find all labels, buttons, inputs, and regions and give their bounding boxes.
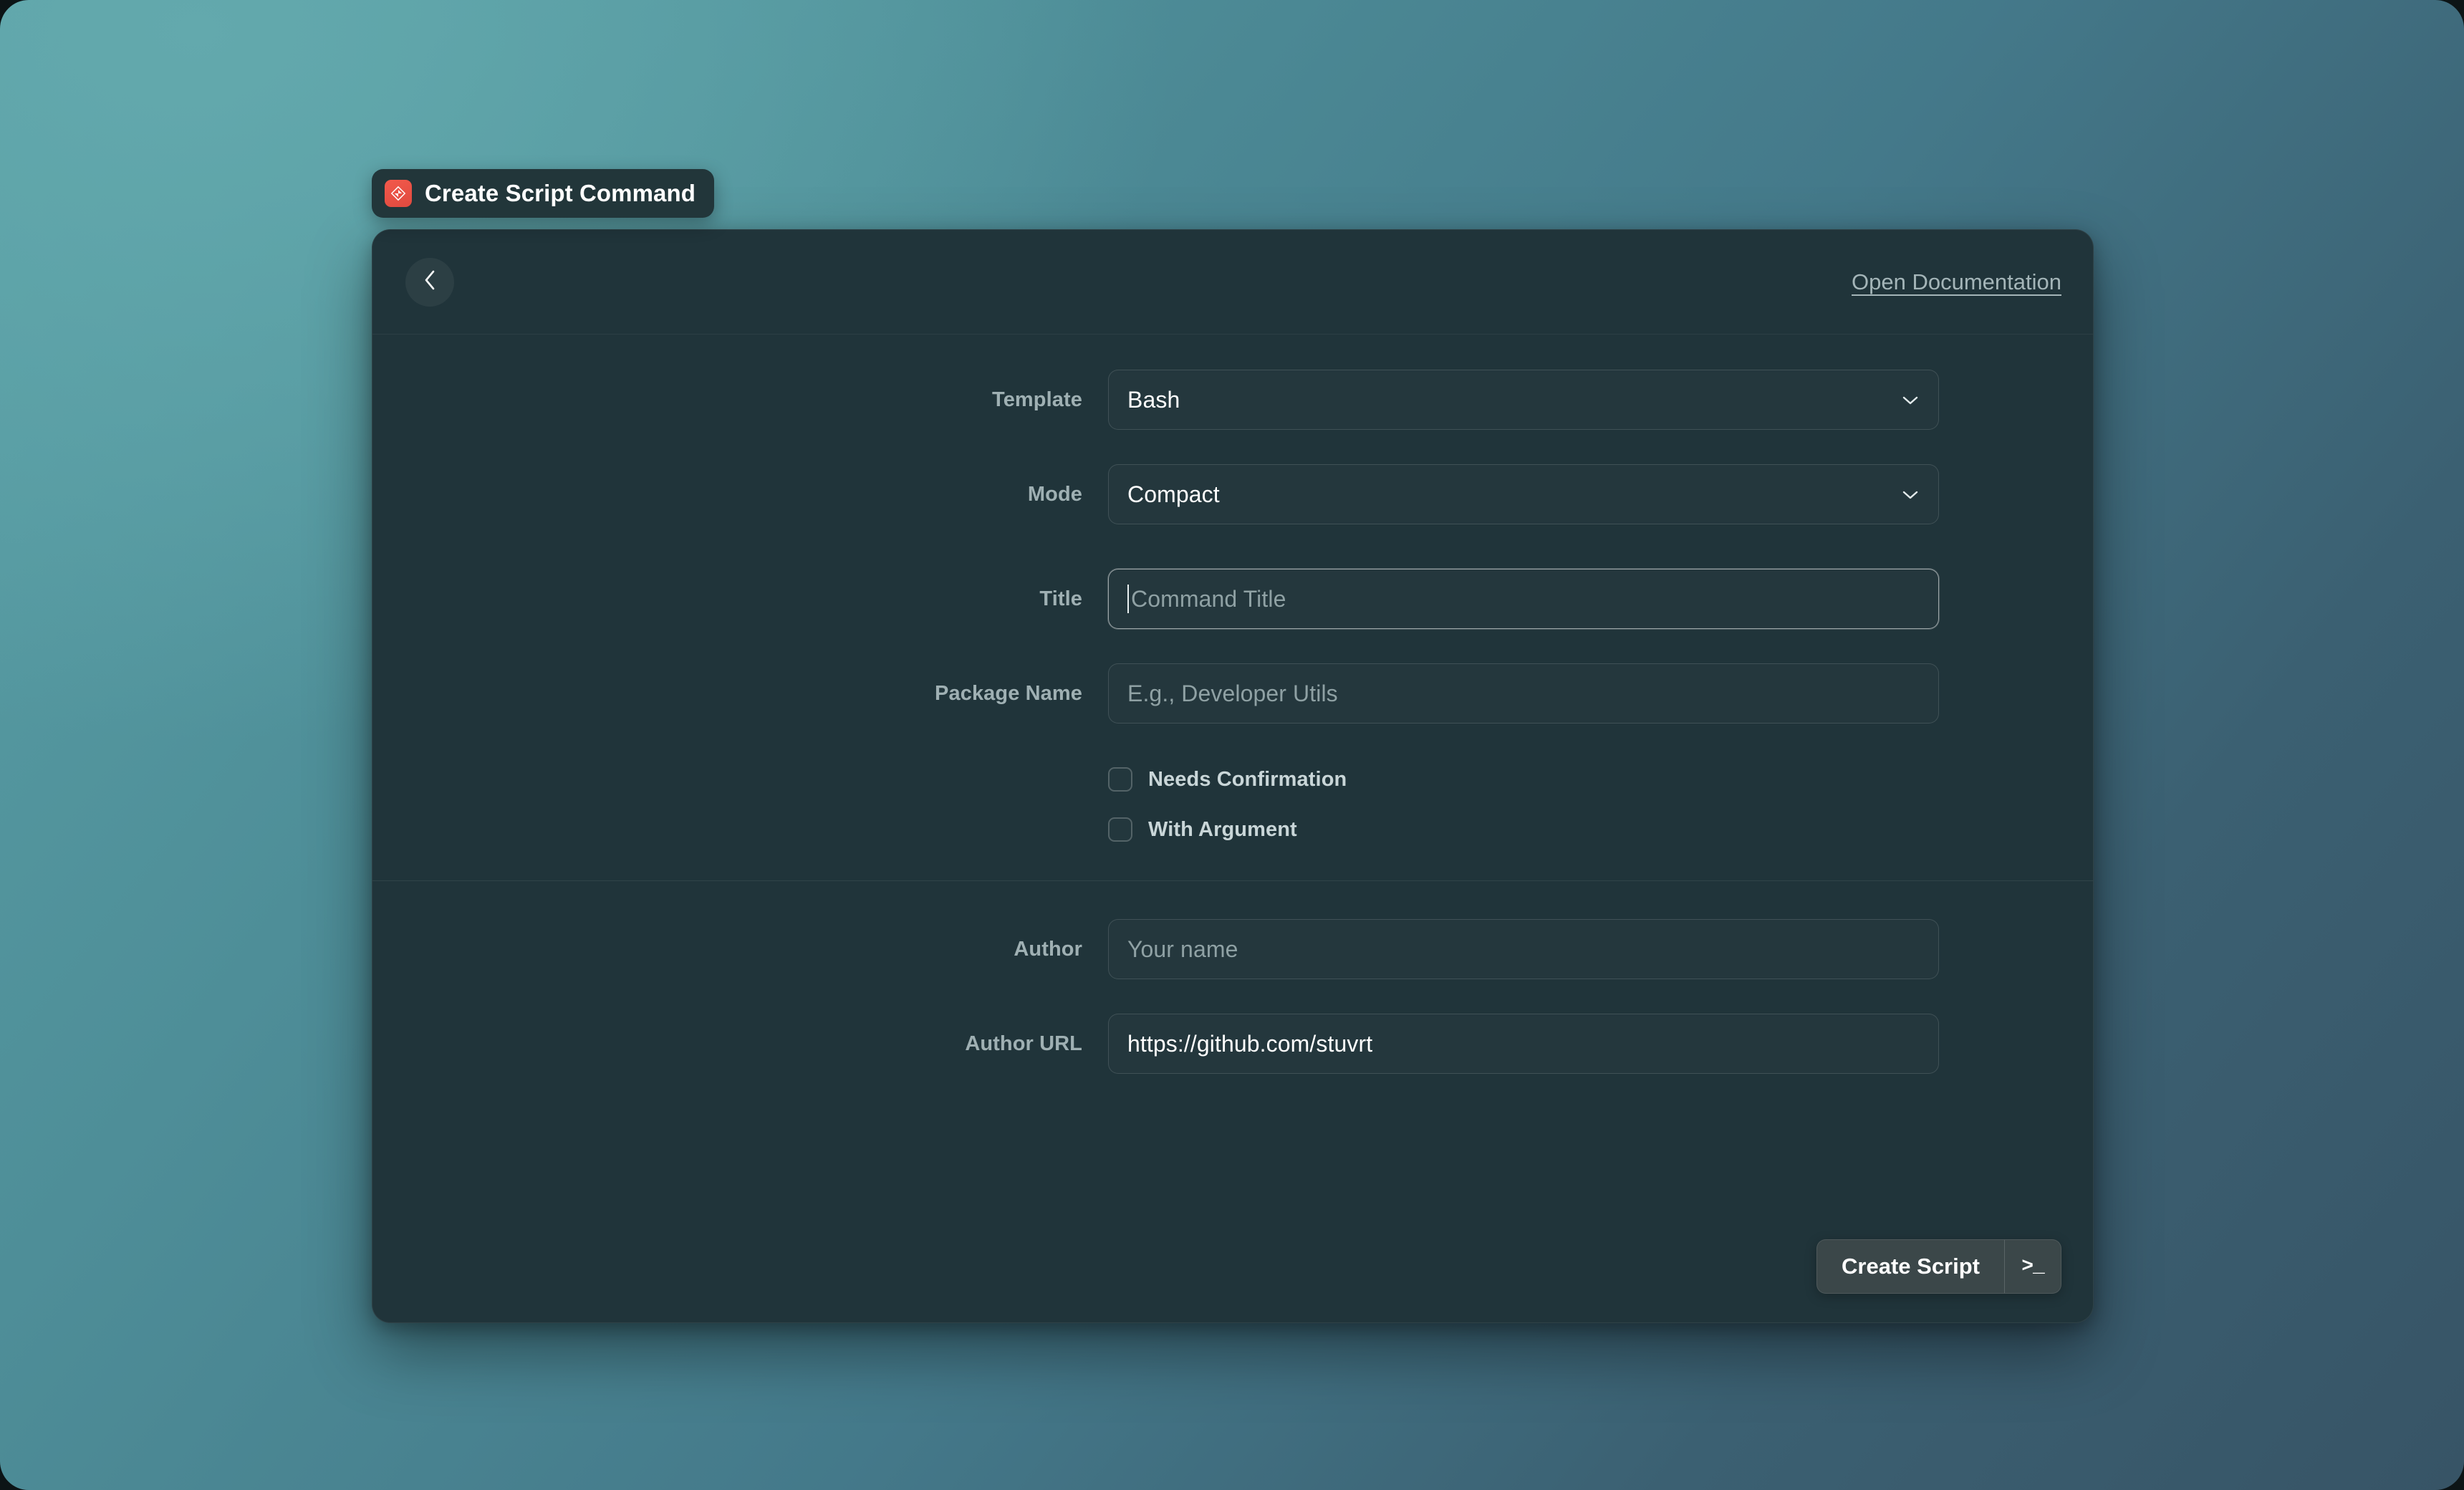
author-url-input[interactable]: https://github.com/stuvrt <box>1108 1014 1939 1074</box>
field-row-template: Template Bash <box>372 366 2093 433</box>
title-input[interactable]: Command Title <box>1108 569 1939 629</box>
field-row-with-argument: With Argument <box>372 804 2093 855</box>
field-row-mode: Mode Compact <box>372 461 2093 528</box>
title-placeholder: Command Title <box>1131 585 1286 612</box>
window-title-label: Create Script Command <box>425 180 696 206</box>
chevron-down-icon <box>1901 489 1920 500</box>
field-row-author: Author Your name <box>372 915 2093 983</box>
template-label: Template <box>992 388 1082 411</box>
text-caret <box>1127 585 1129 613</box>
create-script-button[interactable]: Create Script <box>1817 1240 2004 1293</box>
chevron-left-icon <box>422 268 438 296</box>
author-placeholder: Your name <box>1127 936 1238 962</box>
mode-label: Mode <box>1027 482 1082 506</box>
package-name-input[interactable]: E.g., Developer Utils <box>1108 663 1939 724</box>
template-dropdown[interactable]: Bash <box>1108 370 1939 430</box>
field-row-package-name: Package Name E.g., Developer Utils <box>372 660 2093 727</box>
open-documentation-link[interactable]: Open Documentation <box>1852 269 2061 295</box>
back-button[interactable] <box>405 257 454 307</box>
mode-dropdown[interactable]: Compact <box>1108 464 1939 524</box>
field-row-author-url: Author URL https://github.com/stuvrt <box>372 1010 2093 1077</box>
author-section: Author Your name Author URL https://gith… <box>372 881 2093 1077</box>
window-body: Template Bash Mode Compact Title Command… <box>372 335 2093 1322</box>
window-title-pill: Create Script Command <box>372 169 715 218</box>
create-script-command-window: Open Documentation Template Bash Mode Co… <box>372 229 2094 1323</box>
author-input[interactable]: Your name <box>1108 919 1939 979</box>
raycast-icon <box>385 180 412 207</box>
mode-value: Compact <box>1127 481 1220 507</box>
author-label: Author <box>1014 937 1082 961</box>
terminal-prompt-icon[interactable]: >_ <box>2005 1240 2061 1293</box>
field-row-title: Title Command Title <box>372 565 2093 633</box>
window-header: Open Documentation <box>372 230 2093 335</box>
create-script-action-bar: Create Script >_ <box>1816 1239 2061 1294</box>
desktop-background: Create Script Command Open Documentation… <box>0 0 2464 1490</box>
with-argument-label: With Argument <box>1148 817 1297 841</box>
needs-confirmation-label: Needs Confirmation <box>1148 767 1347 791</box>
author-url-label: Author URL <box>965 1032 1082 1055</box>
template-value: Bash <box>1127 386 1180 413</box>
with-argument-checkbox[interactable]: With Argument <box>1108 817 1939 842</box>
command-details-section: Template Bash Mode Compact Title Command… <box>372 335 2093 880</box>
package-name-label: Package Name <box>935 681 1082 705</box>
checkbox-box-icon <box>1108 767 1132 792</box>
field-row-needs-confirmation: Needs Confirmation <box>372 754 2093 804</box>
package-name-placeholder: E.g., Developer Utils <box>1127 680 1338 706</box>
chevron-down-icon <box>1901 394 1920 405</box>
author-url-value: https://github.com/stuvrt <box>1127 1030 1373 1057</box>
title-label: Title <box>1039 587 1082 610</box>
checkbox-box-icon <box>1108 817 1132 842</box>
needs-confirmation-checkbox[interactable]: Needs Confirmation <box>1108 767 1939 792</box>
